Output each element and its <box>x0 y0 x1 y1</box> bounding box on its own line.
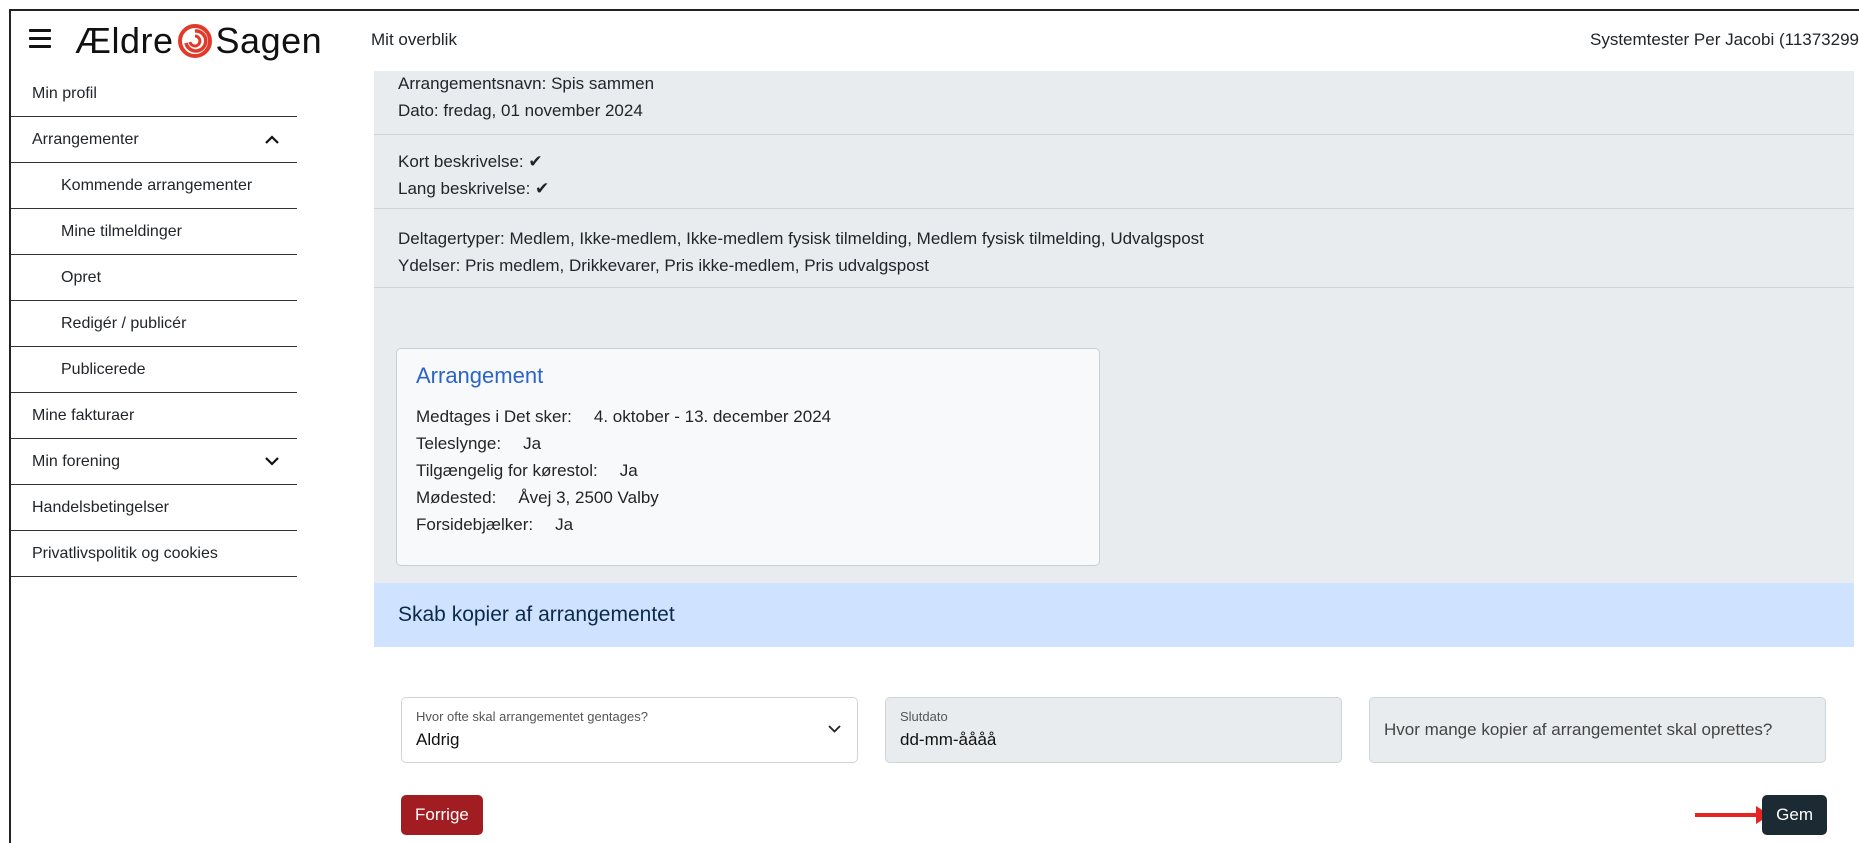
top-bar: Ældre Sagen Mit overblik Systemtester Pe… <box>11 11 1859 72</box>
card-row-label: Mødested: <box>416 488 497 507</box>
copy-count-placeholder: Hvor mange kopier af arrangementet skal … <box>1384 720 1773 739</box>
card-row-label: Tilgængelig for kørestol: <box>416 461 598 480</box>
previous-button[interactable]: Forrige <box>401 795 483 835</box>
content-panel: Arrangementsnavn: Spis sammen Dato: fred… <box>374 71 1854 843</box>
summary-section-name: Arrangementsnavn: Spis sammen Dato: fred… <box>374 66 1854 135</box>
sidebar-item-label: Min profil <box>32 85 97 102</box>
save-button[interactable]: Gem <box>1762 795 1827 835</box>
sidebar-item-opret[interactable]: Opret <box>11 255 297 301</box>
card-title: Arrangement <box>416 363 544 388</box>
card-row: Teleslynge: Ja <box>416 430 1080 457</box>
card-row: Forsidebjælker: Ja <box>416 511 1080 538</box>
end-date-label: Slutdato <box>900 709 948 724</box>
card-row-value: Ja <box>523 434 542 453</box>
sidebar-item-label: Mine fakturaer <box>32 407 135 424</box>
app-frame: Ældre Sagen Mit overblik Systemtester Pe… <box>9 9 1859 843</box>
repeat-select-value: Aldrig <box>416 730 460 749</box>
event-card: Arrangement Medtages i Det sker: 4. oktob… <box>396 348 1100 566</box>
card-row: Tilgængelig for kørestol: Ja <box>416 457 1080 484</box>
arrow-right-icon <box>1695 806 1770 824</box>
copy-section-header: Skab kopier af arrangementet <box>374 583 1854 647</box>
sidebar-item-fakturaer[interactable]: Mine fakturaer <box>11 393 297 439</box>
end-date-field[interactable]: Slutdato dd-mm-åååå <box>885 697 1342 763</box>
menu-icon[interactable] <box>29 29 51 49</box>
sidebar-item-label: Arrangementer <box>32 131 139 148</box>
sidebar-item-min-profil[interactable]: Min profil <box>11 71 297 117</box>
card-row-value: 4. oktober - 13. december 2024 <box>593 407 832 426</box>
card-row-label: Forsidebjælker: <box>416 515 534 534</box>
repeat-select-label: Hvor ofte skal arrangementet gentages? <box>416 709 648 724</box>
sidebar-item-label: Handelsbetingelser <box>32 499 169 516</box>
card-row: Medtages i Det sker: 4. oktober - 13. dec… <box>416 403 1080 430</box>
card-row-value: Ja <box>555 515 574 534</box>
sidebar-item-label: Publicerede <box>61 361 146 378</box>
summary-section-descriptions: Kort beskrivelse: ✔ Lang beskrivelse: ✔ <box>374 131 1854 209</box>
sidebar-item-rediger[interactable]: Redigér / publicér <box>11 301 297 347</box>
check-icon: ✔ <box>528 152 543 171</box>
user-name[interactable]: Systemtester Per Jacobi (11373299 <box>1590 30 1859 50</box>
sidebar-item-privatliv[interactable]: Privatlivspolitik og cookies <box>11 531 297 577</box>
sidebar-item-label: Min forening <box>32 453 121 470</box>
sidebar-item-arrangementer[interactable]: Arrangementer <box>11 117 297 163</box>
summary-section-types: Deltagertyper: Medlem, Ikke-medlem, Ikke… <box>374 210 1854 288</box>
sidebar-item-mine-tilmeldinger[interactable]: Mine tilmeldinger <box>11 209 297 255</box>
logo-text-2: Sagen <box>215 20 323 61</box>
sidebar-item-min-forening[interactable]: Min forening <box>11 439 297 485</box>
long-description-label: Lang beskrivelse: <box>398 179 531 198</box>
sidebar-item-label: Kommende arrangementer <box>61 177 253 194</box>
app-title: Mit overblik <box>371 30 457 49</box>
sidebar: Min profil Arrangementer Kommende arrang… <box>11 71 298 843</box>
sidebar-item-kommende[interactable]: Kommende arrangementer <box>11 163 297 209</box>
sidebar-item-label: Redigér / publicér <box>61 315 187 332</box>
check-icon: ✔ <box>535 179 550 198</box>
sidebar-item-label: Opret <box>61 269 102 286</box>
event-date: Dato: fredag, 01 november 2024 <box>398 101 643 120</box>
sidebar-item-publicerede[interactable]: Publicerede <box>11 347 297 393</box>
end-date-value: dd-mm-åååå <box>900 730 997 749</box>
card-row-value: Åvej 3, 2500 Valby <box>518 488 659 507</box>
services: Ydelser: Pris medlem, Drikkevarer, Pris … <box>398 256 929 275</box>
event-name: Arrangementsnavn: Spis sammen <box>398 74 655 93</box>
participant-types: Deltagertyper: Medlem, Ikke-medlem, Ikke… <box>398 229 1204 248</box>
copy-section-body: Hvor ofte skal arrangementet gentages? A… <box>374 647 1854 843</box>
sidebar-item-handelsbetingelser[interactable]: Handelsbetingelser <box>11 485 297 531</box>
chevron-down-icon <box>828 720 841 738</box>
card-row-label: Medtages i Det sker: <box>416 407 572 426</box>
card-row-label: Teleslynge: <box>416 434 502 453</box>
card-row-value: Ja <box>619 461 638 480</box>
repeat-select[interactable]: Hvor ofte skal arrangementet gentages? A… <box>401 697 858 763</box>
main-area: Arrangementsnavn: Spis sammen Dato: fred… <box>297 71 1859 843</box>
logo-text-1: Ældre <box>75 20 174 61</box>
logo-swirl-icon <box>177 24 212 58</box>
chevron-up-icon <box>265 117 279 163</box>
sidebar-item-label: Privatlivspolitik og cookies <box>32 545 218 562</box>
logo[interactable]: Ældre Sagen <box>75 19 322 63</box>
sidebar-item-label: Mine tilmeldinger <box>61 223 182 240</box>
short-description-label: Kort beskrivelse: <box>398 152 524 171</box>
copy-count-input[interactable]: Hvor mange kopier af arrangementet skal … <box>1369 697 1826 763</box>
chevron-down-icon <box>265 439 279 485</box>
card-row: Mødested: Åvej 3, 2500 Valby <box>416 484 1080 511</box>
